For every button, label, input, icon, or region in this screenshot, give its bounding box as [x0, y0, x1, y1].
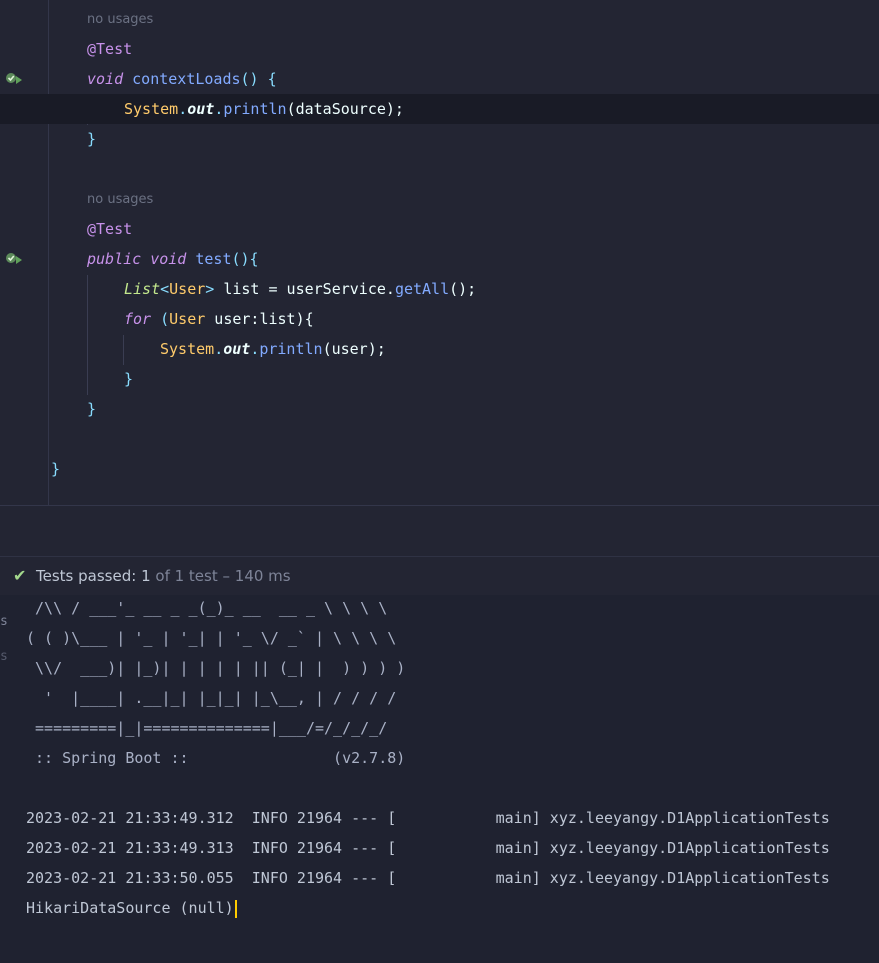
text-caret — [234, 899, 237, 918]
field-name: out — [223, 340, 251, 358]
annotation: @Test — [87, 40, 133, 58]
run-test-passed-icon[interactable] — [5, 252, 23, 266]
method-name: test — [195, 250, 232, 268]
banner-line: /\\ / ___'_ __ _ _(_)_ __ __ _ \ \ \ \ — [26, 599, 388, 617]
code-line-current[interactable]: System.out.println(dataSource); — [0, 94, 879, 124]
usage-hint[interactable]: no usages — [87, 5, 153, 35]
code-text: > — [205, 280, 215, 298]
code-text: (user); — [322, 340, 386, 358]
code-text: ( — [151, 310, 170, 328]
test-status-label: Tests passed: — [36, 567, 137, 585]
log-line: 2023-02-21 21:33:49.312 INFO 21964 --- [… — [26, 809, 830, 827]
code-line[interactable]: } — [0, 394, 879, 424]
keyword: void — [150, 250, 187, 268]
run-test-passed-icon[interactable] — [5, 72, 23, 86]
code-text: (); — [449, 280, 477, 298]
code-line[interactable]: void contextLoads() { — [0, 64, 879, 94]
brace: } — [87, 130, 97, 148]
code-text: (){ — [231, 250, 259, 268]
banner-line: \\/ ___)| |_)| | | | | || (_| | ) ) ) ) — [26, 659, 406, 677]
code-text: < — [160, 280, 170, 298]
code-line[interactable]: System.out.println(user); — [0, 334, 879, 364]
code-line[interactable]: } — [0, 124, 879, 154]
test-detail: of 1 test – 140 ms — [155, 567, 291, 585]
code-text: user:list){ — [205, 310, 314, 328]
log-line: 2023-02-21 21:33:50.055 INFO 21964 --- [… — [26, 869, 830, 887]
banner-line: ' |____| .__|_| |_|_| |_\__, | / / / / — [26, 689, 397, 707]
class-name: System — [160, 340, 215, 358]
banner-line: =========|_|==============|___/=/_/_/_/ — [26, 719, 388, 737]
test-count: 1 — [141, 567, 151, 585]
type-name: List — [124, 280, 161, 298]
log-line: 2023-02-21 21:33:49.313 INFO 21964 --- [… — [26, 839, 830, 857]
method-name: getAll — [394, 280, 450, 298]
console-output[interactable]: s s /\\ / ___'_ __ _ _(_)_ __ __ _ \ \ \… — [0, 595, 879, 963]
code-line[interactable]: } — [0, 454, 879, 484]
code-text: list = userService. — [214, 280, 395, 298]
brace: } — [124, 370, 134, 388]
code-line[interactable]: @Test — [0, 34, 879, 64]
class-name: System — [124, 100, 179, 118]
banner-line: ( ( )\___ | '_ | '_| | '_ \/ _` | \ \ \ … — [26, 629, 397, 647]
class-name: User — [169, 310, 206, 328]
code-editor[interactable]: no usages @Test void contextLoads() { Sy… — [0, 0, 879, 505]
brace: } — [87, 400, 97, 418]
test-status-text: Tests passed: 1 of 1 test – 140 ms — [36, 557, 291, 595]
code-line[interactable]: for (User user:list){ — [0, 304, 879, 334]
keyword: public — [87, 250, 142, 268]
test-status-bar: ✔ Tests passed: 1 of 1 test – 140 ms — [0, 556, 879, 595]
field-name: out — [187, 100, 215, 118]
method-name: println — [259, 340, 323, 358]
annotation: @Test — [87, 220, 133, 238]
code-line[interactable]: @Test — [0, 214, 879, 244]
banner-line: :: Spring Boot :: (v2.7.8) — [26, 749, 406, 767]
brace: } — [51, 460, 61, 478]
class-name: User — [169, 280, 206, 298]
usage-hint[interactable]: no usages — [87, 185, 153, 215]
code-text: (dataSource); — [286, 100, 404, 118]
code-line[interactable]: } — [0, 364, 879, 394]
code-line[interactable]: List<User> list = userService.getAll(); — [0, 274, 879, 304]
code-line[interactable]: public void test(){ — [0, 244, 879, 274]
clipped-tab-label: s — [0, 649, 8, 664]
method-name: contextLoads — [132, 70, 241, 88]
keyword: void — [87, 70, 124, 88]
panel-spacer — [0, 506, 879, 556]
check-icon: ✔ — [13, 566, 27, 585]
code-text: () { — [240, 70, 277, 88]
method-name: println — [223, 100, 287, 118]
output-text: HikariDataSource (null) — [26, 899, 234, 917]
clipped-tab-label: s — [0, 614, 8, 629]
keyword: for — [124, 310, 152, 328]
output-line: HikariDataSource (null) — [26, 893, 237, 923]
